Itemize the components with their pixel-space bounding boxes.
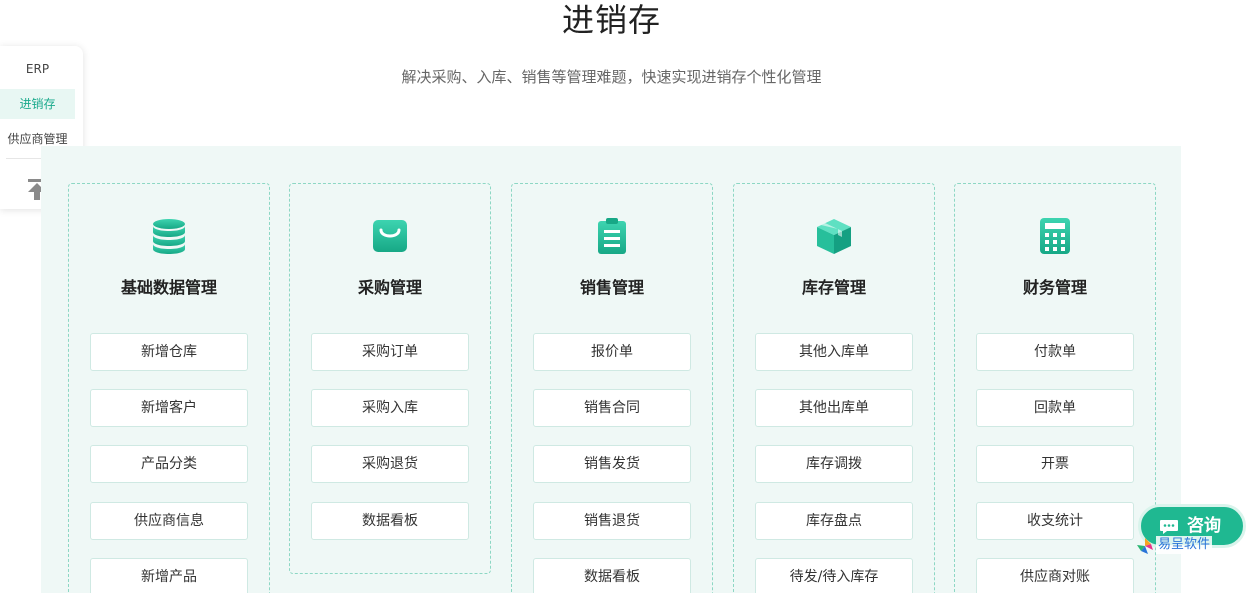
module-inventory: 库存管理 其他入库单 其他出库单 库存调拨 库存盘点 待发/待入库存 (733, 183, 935, 593)
action-button[interactable]: 新增产品 (90, 558, 248, 593)
module-title: 采购管理 (357, 278, 422, 297)
action-button[interactable]: 其他出库单 (755, 389, 913, 427)
module-title: 财务管理 (1022, 278, 1087, 297)
brand-text: 易呈软件 (1156, 536, 1213, 554)
action-button[interactable]: 库存盘点 (755, 502, 913, 540)
action-button[interactable]: 采购退货 (311, 445, 469, 483)
page-subtitle: 解决采购、入库、销售等管理难题，快速实现进销存个性化管理 (401, 68, 822, 86)
brand-watermark: 易呈软件 (1134, 534, 1224, 556)
action-button[interactable]: 收支统计 (976, 502, 1134, 540)
calculator-icon (1040, 218, 1070, 254)
action-button[interactable]: 采购入库 (311, 389, 469, 427)
action-button[interactable]: 新增客户 (90, 389, 248, 427)
module-finance: 财务管理 付款单 回款单 开票 收支统计 供应商对账 (954, 183, 1156, 593)
action-button[interactable]: 采购订单 (311, 333, 469, 371)
action-button[interactable]: 新增仓库 (90, 333, 248, 371)
module-basic-data: 基础数据管理 新增仓库 新增客户 产品分类 供应商信息 新增产品 (68, 183, 270, 593)
action-button[interactable]: 销售发货 (533, 445, 691, 483)
module-title: 基础数据管理 (120, 278, 217, 297)
module-title: 库存管理 (801, 278, 866, 297)
action-button[interactable]: 回款单 (976, 389, 1134, 427)
action-button[interactable]: 待发/待入库存 (755, 558, 913, 593)
box-icon (817, 219, 851, 254)
action-button[interactable]: 销售退货 (533, 502, 691, 540)
action-button[interactable]: 产品分类 (90, 445, 248, 483)
action-button[interactable]: 供应商信息 (90, 502, 248, 540)
action-button[interactable]: 数据看板 (311, 502, 469, 540)
clipboard-icon (598, 218, 626, 254)
brand-logo-icon (1137, 538, 1153, 554)
action-button[interactable]: 供应商对账 (976, 558, 1134, 593)
action-button[interactable]: 报价单 (533, 333, 691, 371)
action-button[interactable]: 付款单 (976, 333, 1134, 371)
sidebar-item-erp[interactable]: ERP (0, 54, 75, 84)
shopping-bag-icon (373, 220, 407, 252)
page-title: 进销存 (561, 1, 661, 39)
chat-bubble-icon (1160, 520, 1178, 534)
action-button[interactable]: 销售合同 (533, 389, 691, 427)
module-title: 销售管理 (579, 278, 644, 297)
module-purchase: 采购管理 采购订单 采购入库 采购退货 数据看板 (289, 183, 491, 574)
action-button[interactable]: 数据看板 (533, 558, 691, 593)
sidebar-item-jxc[interactable]: 进销存 (0, 89, 75, 119)
module-sales: 销售管理 报价单 销售合同 销售发货 销售退货 数据看板 (511, 183, 713, 593)
database-icon (153, 219, 185, 254)
action-button[interactable]: 开票 (976, 445, 1134, 483)
action-button[interactable]: 其他入库单 (755, 333, 913, 371)
action-button[interactable]: 库存调拨 (755, 445, 913, 483)
